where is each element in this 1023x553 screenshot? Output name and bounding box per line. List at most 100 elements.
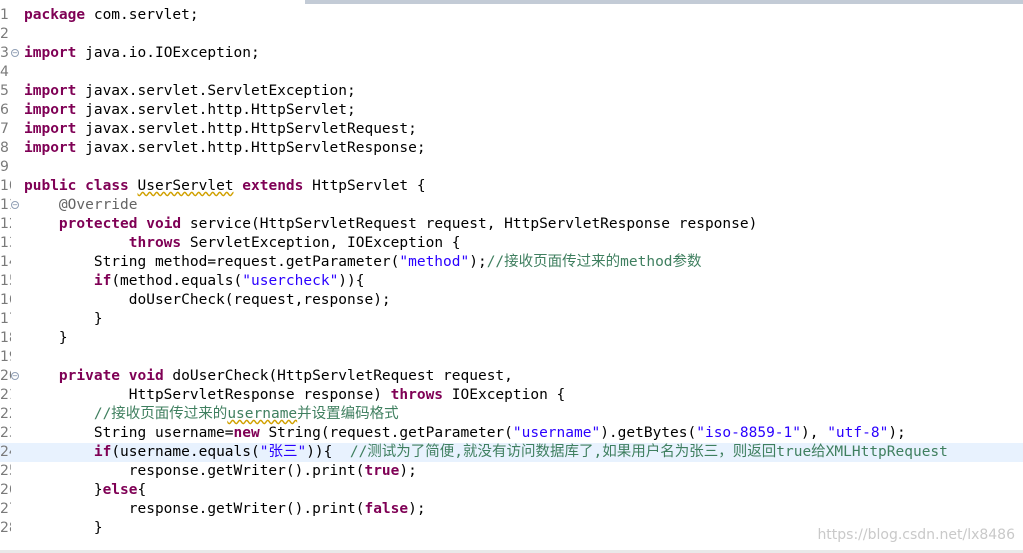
line-number: 14: [0, 254, 11, 270]
line-number: 26: [0, 482, 11, 498]
code-line[interactable]: 6 import javax.servlet.http.HttpServlet;: [0, 101, 1023, 120]
code-token: ServletException, IOException {: [181, 235, 461, 251]
line-number: 10: [0, 178, 11, 194]
code-token: @Override: [58, 197, 138, 213]
code-text: HttpServletResponse response) throws IOE…: [24, 386, 566, 405]
code-line[interactable]: 23 String username=new String(request.ge…: [0, 424, 1023, 443]
code-text: }: [24, 329, 68, 348]
code-token: javax.servlet.http.HttpServletRequest;: [76, 121, 417, 137]
code-token: import: [24, 102, 77, 118]
code-line[interactable]: 8 import javax.servlet.http.HttpServletRe…: [0, 139, 1023, 158]
code-token: ),: [801, 425, 828, 441]
code-line[interactable]: 15 if(method.equals("usercheck")){: [0, 272, 1023, 291]
code-line[interactable]: 1 package com.servlet;: [0, 6, 1023, 25]
code-token: import: [24, 45, 77, 61]
code-line[interactable]: 12 protected void service(HttpServletReq…: [0, 215, 1023, 234]
line-number: 21: [0, 387, 11, 403]
code-token: if: [93, 273, 112, 289]
code-token: 并设置编码格式: [297, 406, 399, 422]
code-line[interactable]: 27 response.getWriter().print(false);: [0, 500, 1023, 519]
code-text: import javax.servlet.ServletException;: [24, 82, 356, 101]
code-line[interactable]: 24 if(username.equals("张三")){ //测试为了简便,就…: [0, 443, 1023, 462]
code-line[interactable]: 2: [0, 25, 1023, 44]
code-token: "username": [512, 425, 601, 441]
line-number: 9: [0, 159, 9, 175]
code-text: protected void service(HttpServletReques…: [24, 215, 757, 234]
code-line[interactable]: 22 //接收页面传过来的username并设置编码格式: [0, 405, 1023, 424]
code-token: }: [24, 311, 103, 327]
code-line[interactable]: 10 public class UserServlet extends HttpS…: [0, 177, 1023, 196]
line-number: 1: [0, 7, 9, 23]
line-number: 18: [0, 330, 11, 346]
line-number: 5: [0, 83, 9, 99]
code-token: com.servlet;: [85, 7, 199, 23]
code-token: (method.equals(: [111, 273, 243, 289]
code-text: if(method.equals("usercheck")){: [24, 272, 365, 291]
line-number: 7: [0, 121, 9, 137]
code-token: doUserCheck(HttpServletRequest request,: [163, 368, 513, 384]
code-token: String(request.getParameter(: [259, 425, 513, 441]
code-token: //测试为了简便,就没有访问数据库了,如果用户名为张三，则返回true给XMLH…: [349, 444, 948, 460]
code-token: java.io.IOException;: [76, 45, 260, 61]
code-text: private void doUserCheck(HttpServletRequ…: [24, 367, 513, 386]
code-token: }: [24, 520, 103, 536]
code-line[interactable]: 19: [0, 348, 1023, 367]
line-number: 24: [0, 444, 11, 460]
code-token: javax.servlet.http.HttpServlet;: [76, 102, 356, 118]
code-token: private: [58, 368, 121, 384]
code-line[interactable]: 18 }: [0, 329, 1023, 348]
code-token: String username=: [24, 425, 234, 441]
code-token: true: [364, 463, 400, 479]
fold-toggle-icon[interactable]: −: [11, 201, 19, 209]
line-number: 15: [0, 273, 11, 289]
code-text: import javax.servlet.http.HttpServletRes…: [24, 139, 426, 158]
line-number: 27: [0, 501, 11, 517]
code-text: package com.servlet;: [24, 6, 199, 25]
code-token: )){: [338, 273, 365, 289]
code-token: void: [128, 368, 164, 384]
code-text: throws ServletException, IOException {: [24, 234, 461, 253]
code-line[interactable]: 16 doUserCheck(request,response);: [0, 291, 1023, 310]
code-editor[interactable]: 1 package com.servlet; 2 3− import java.io.I…: [0, 0, 1023, 553]
code-token: IOException {: [443, 387, 566, 403]
code-token: else: [102, 482, 138, 498]
code-token: );: [399, 463, 417, 479]
code-token: String method=request.getParameter(: [24, 254, 400, 270]
code-token: response.getWriter().print(: [24, 463, 365, 479]
code-line[interactable]: 13 throws ServletException, IOException …: [0, 234, 1023, 253]
code-token: void: [146, 216, 182, 232]
code-text: //接收页面传过来的username并设置编码格式: [24, 405, 399, 424]
code-line[interactable]: 20− private void doUserCheck(HttpServlet…: [0, 367, 1023, 386]
code-line[interactable]: 17 }: [0, 310, 1023, 329]
code-line[interactable]: 3− import java.io.IOException;: [0, 44, 1023, 63]
code-token: service(HttpServletRequest request, Http…: [181, 216, 758, 232]
code-line[interactable]: 5 import javax.servlet.ServletException;: [0, 82, 1023, 101]
line-number: 22: [0, 406, 11, 422]
line-number: 13: [0, 235, 11, 251]
line-number: 19: [0, 349, 11, 365]
code-token: //接收页面传过来的method参数: [486, 254, 702, 270]
fold-toggle-icon[interactable]: −: [11, 372, 19, 380]
line-number: 28: [0, 520, 11, 536]
code-line[interactable]: 14 String method=request.getParameter("m…: [0, 253, 1023, 272]
code-line[interactable]: 4: [0, 63, 1023, 82]
code-line[interactable]: 21 HttpServletResponse response) throws …: [0, 386, 1023, 405]
code-line[interactable]: 7 import javax.servlet.http.HttpServletRe…: [0, 120, 1023, 139]
code-line[interactable]: 25 response.getWriter().print(true);: [0, 462, 1023, 481]
fold-toggle-icon[interactable]: −: [11, 49, 19, 57]
code-line[interactable]: 9: [0, 158, 1023, 177]
code-token: protected: [58, 216, 138, 232]
code-line[interactable]: 11− @Override: [0, 196, 1023, 215]
code-token: (username.equals(: [111, 444, 260, 460]
code-line[interactable]: 26 }else{: [0, 481, 1023, 500]
code-token: "iso-8859-1": [696, 425, 801, 441]
line-number: 11: [0, 197, 11, 213]
code-token: if: [93, 444, 112, 460]
